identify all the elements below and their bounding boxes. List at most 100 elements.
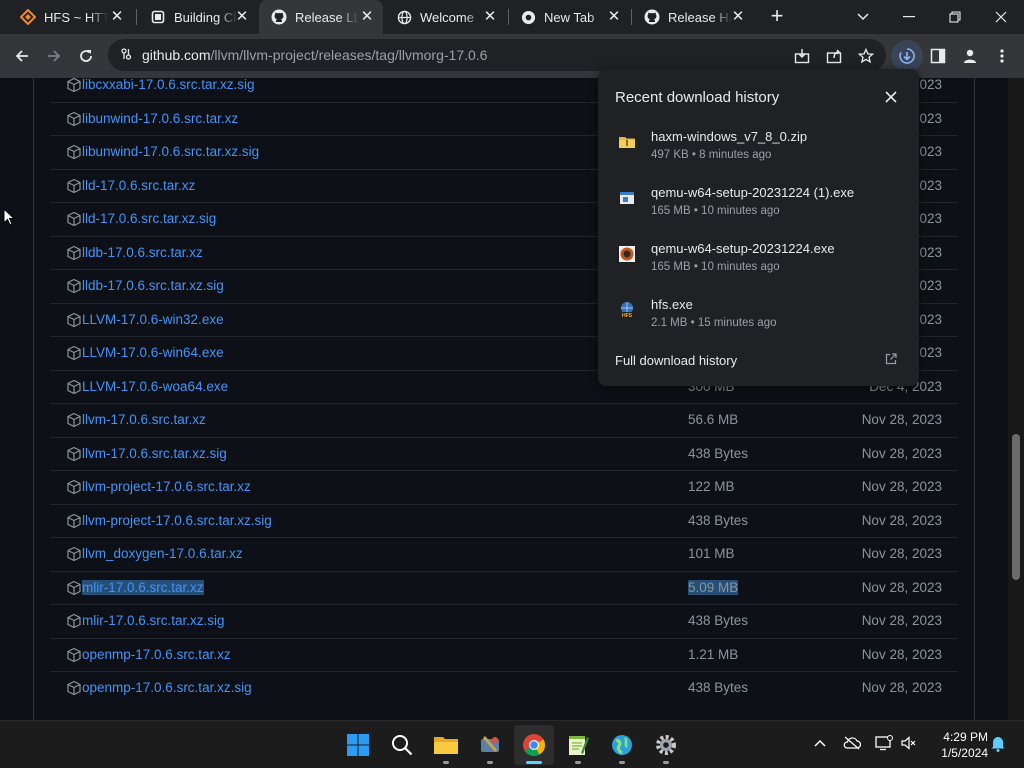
asset-date: Nov 28, 2023: [861, 613, 942, 628]
tab-hfs[interactable]: HFS ~ HTTP File Server ✕: [8, 0, 133, 34]
close-icon[interactable]: ✕: [606, 9, 622, 25]
download-item[interactable]: haxm-windows_v7_8_0.zip 497 KB • 8 minut…: [598, 127, 919, 183]
tab-welcome[interactable]: Welcome ✕: [384, 0, 506, 34]
asset-link[interactable]: libunwind-17.0.6.src.tar.xz.sig: [82, 144, 259, 159]
reload-button[interactable]: [70, 40, 102, 72]
asset-size: 438 Bytes: [688, 680, 749, 695]
app-icon: [481, 736, 499, 752]
asset-date: Nov 28, 2023: [861, 479, 942, 494]
settings-button[interactable]: [646, 725, 686, 765]
chrome-taskbar-button[interactable]: [514, 725, 554, 765]
asset-date: Nov 28, 2023: [861, 680, 942, 695]
taskbar-app-4[interactable]: [470, 725, 510, 765]
package-icon: [67, 412, 81, 428]
full-download-history-link[interactable]: Full download history: [615, 353, 737, 368]
asset-link[interactable]: libcxxabi-17.0.6.src.tar.xz.sig: [82, 78, 255, 92]
back-button[interactable]: [6, 40, 38, 72]
url-path: /llvm/llvm-project/releases/tag/llvmorg-…: [210, 47, 488, 63]
qemu-icon: [619, 246, 635, 262]
asset-date: Nov 28, 2023: [861, 646, 942, 662]
close-icon[interactable]: [883, 89, 899, 105]
close-icon[interactable]: ✕: [234, 9, 250, 25]
package-icon: [67, 546, 81, 562]
search-button[interactable]: [382, 725, 422, 765]
asset-link[interactable]: llvm_doxygen-17.0.6.tar.xz: [82, 546, 243, 561]
download-item[interactable]: qemu-w64-setup-20231224 (1).exe 165 MB •…: [598, 183, 919, 239]
network-tray-icon[interactable]: [874, 733, 894, 753]
close-icon[interactable]: ✕: [359, 9, 375, 25]
notifications-button[interactable]: [988, 733, 1008, 753]
running-indicator: [443, 761, 449, 764]
asset-link[interactable]: llvm-project-17.0.6.src.tar.xz: [82, 479, 251, 494]
download-file-meta: 2.1 MB • 15 minutes ago: [651, 317, 777, 329]
package-icon: [67, 278, 81, 294]
asset-link[interactable]: lldb-17.0.6.src.tar.xz: [82, 245, 203, 260]
package-icon: [67, 479, 81, 495]
scrollbar-track[interactable]: [1008, 78, 1024, 720]
globe-app-icon: [612, 735, 632, 755]
asset-link[interactable]: LLVM-17.0.6-woa64.exe: [82, 379, 228, 394]
close-icon[interactable]: ✕: [109, 9, 125, 25]
tab-release-llvm[interactable]: Release LLVM ✕: [259, 0, 383, 34]
download-file-meta: 497 KB • 8 minutes ago: [651, 149, 772, 161]
share-button[interactable]: [818, 40, 850, 72]
tab-title: New Tab: [544, 9, 595, 25]
asset-link[interactable]: openmp-17.0.6.src.tar.xz: [82, 647, 231, 662]
asset-link[interactable]: llvm-project-17.0.6.src.tar.xz.sig: [82, 513, 272, 528]
downloads-button[interactable]: [891, 40, 923, 72]
scrollbar-thumb[interactable]: [1012, 434, 1020, 580]
tab-new-tab[interactable]: New Tab ✕: [508, 0, 630, 34]
arrow-left-icon: [15, 50, 28, 62]
address-bar[interactable]: github.com/llvm/llvm-project/releases/ta…: [108, 39, 886, 71]
tab-strip: HFS ~ HTTP File Server ✕ Building Clang …: [0, 0, 1024, 34]
restore-button[interactable]: [932, 0, 978, 34]
asset-link[interactable]: llvm-17.0.6.src.tar.xz.sig: [82, 446, 227, 461]
asset-link[interactable]: lld-17.0.6.src.tar.xz.sig: [82, 211, 216, 226]
new-tab-button[interactable]: +: [766, 5, 788, 27]
minimize-button[interactable]: [886, 0, 932, 34]
onedrive-tray-icon[interactable]: [842, 733, 862, 753]
url-host: github.com: [142, 47, 211, 63]
taskbar-app-7[interactable]: [602, 725, 642, 765]
download-popup-title: Recent download history: [615, 89, 780, 106]
show-hidden-icons-button[interactable]: [810, 733, 830, 753]
site-info-icon[interactable]: [120, 47, 132, 61]
system-clock[interactable]: 4:29 PM 1/5/2024: [928, 729, 988, 761]
asset-row: openmp-17.0.6.src.tar.xz 1.21 MB Nov 28,…: [50, 637, 958, 672]
side-panel-button[interactable]: [922, 40, 954, 72]
file-explorer-button[interactable]: [426, 725, 466, 765]
download-item[interactable]: qemu-w64-setup-20231224.exe 165 MB • 10 …: [598, 239, 919, 295]
open-in-new-icon[interactable]: [885, 353, 897, 365]
download-item[interactable]: HFS hfs.exe 2.1 MB • 15 minutes ago: [598, 295, 919, 351]
start-button[interactable]: [338, 725, 378, 765]
tab-search-button[interactable]: [840, 0, 886, 34]
profile-button[interactable]: [954, 40, 986, 72]
install-app-button[interactable]: [786, 40, 818, 72]
asset-link[interactable]: libunwind-17.0.6.src.tar.xz: [82, 111, 238, 126]
asset-link[interactable]: LLVM-17.0.6-win32.exe: [82, 312, 224, 327]
package-icon: [67, 379, 81, 394]
close-icon[interactable]: ✕: [730, 9, 746, 25]
asset-row: openmp-17.0.6.src.tar.xz.sig 438 Bytes N…: [50, 671, 958, 705]
asset-link[interactable]: openmp-17.0.6.src.tar.xz.sig: [82, 680, 252, 695]
asset-link[interactable]: lld-17.0.6.src.tar.xz: [82, 178, 195, 193]
forward-button[interactable]: [38, 40, 70, 72]
bookmark-button[interactable]: [850, 40, 882, 72]
menu-button[interactable]: [986, 40, 1018, 72]
asset-link[interactable]: lldb-17.0.6.src.tar.xz.sig: [82, 278, 224, 293]
asset-link[interactable]: LLVM-17.0.6-win64.exe: [82, 345, 224, 360]
asset-link[interactable]: llvm-17.0.6.src.tar.xz: [82, 412, 206, 427]
notepadpp-button[interactable]: [558, 725, 598, 765]
asset-link[interactable]: mlir-17.0.6.src.tar.xz: [82, 579, 204, 595]
volume-tray-icon[interactable]: [898, 733, 918, 753]
close-window-button[interactable]: [978, 0, 1024, 34]
asset-row-selected: mlir-17.0.6.src.tar.xz 5.09 MB Nov 28, 2…: [50, 570, 958, 605]
close-icon[interactable]: ✕: [482, 9, 498, 25]
tab-title: Building Clang: [174, 9, 238, 25]
asset-link[interactable]: mlir-17.0.6.src.tar.xz.sig: [82, 613, 225, 628]
asset-size: 1.21 MB: [688, 646, 739, 662]
document-icon: [150, 9, 166, 25]
tab-release-haxm[interactable]: Release HAXM ✕: [632, 0, 754, 34]
tab-building-clang[interactable]: Building Clang ✕: [138, 0, 258, 34]
asset-size: 438 Bytes: [688, 613, 749, 628]
